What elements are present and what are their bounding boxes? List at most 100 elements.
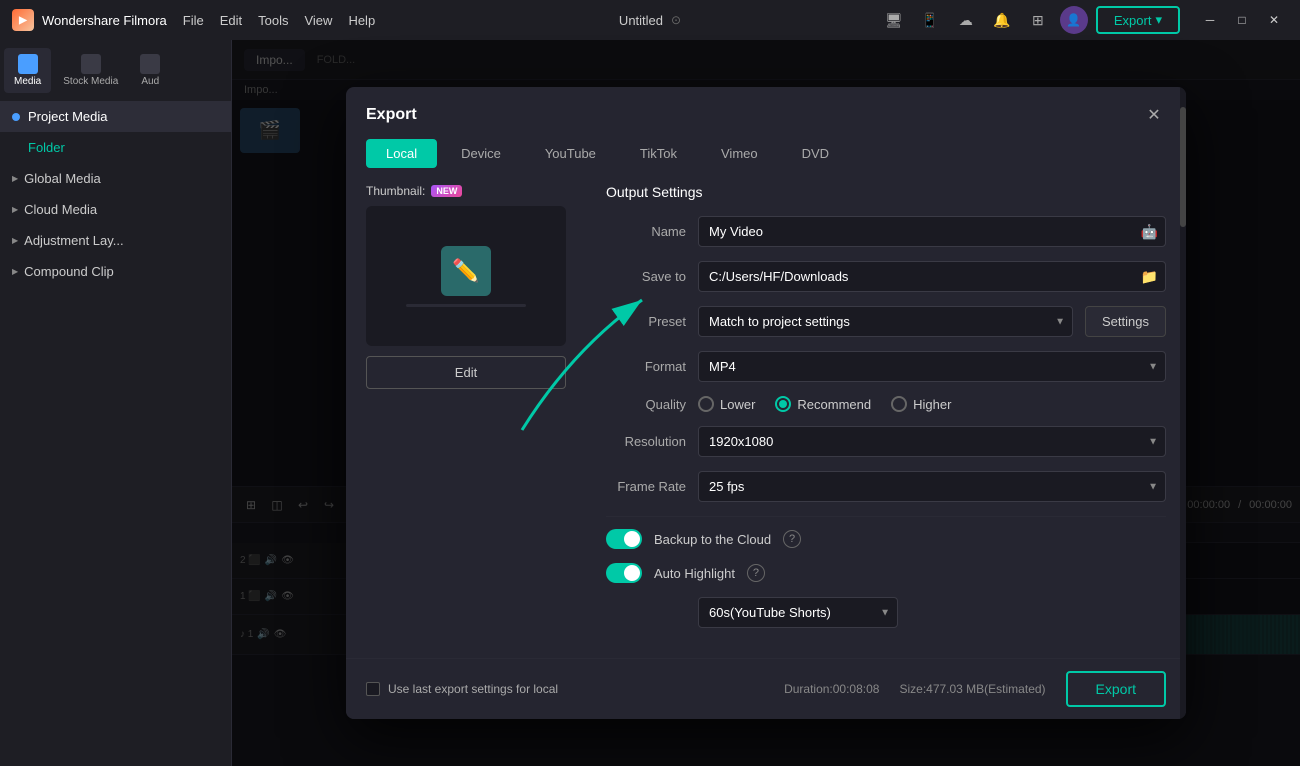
size-info: Size:477.03 MB(Estimated) <box>899 682 1045 696</box>
menu-tools[interactable]: Tools <box>258 13 288 28</box>
shorts-row: 60s(YouTube Shorts) ▼ <box>606 597 1166 628</box>
format-select[interactable]: MP4 <box>698 351 1166 382</box>
menu-view[interactable]: View <box>304 13 332 28</box>
format-label: Format <box>606 359 686 374</box>
backup-help-icon[interactable]: ? <box>783 530 801 548</box>
edit-thumbnail-button[interactable]: Edit <box>366 356 566 389</box>
folder-icon[interactable]: 📁 <box>1141 268 1158 285</box>
name-input[interactable] <box>698 216 1166 247</box>
save-to-row: Save to 📁 <box>606 261 1166 292</box>
modal-body: Thumbnail: NEW ✏️ Edit Output Settings <box>346 168 1186 658</box>
framerate-select[interactable]: 25 fps <box>698 471 1166 502</box>
auto-highlight-label: Auto Highlight <box>654 566 735 581</box>
maximize-button[interactable]: □ <box>1228 6 1256 34</box>
tab-tiktok[interactable]: TikTok <box>620 139 697 168</box>
modal-left-panel: Thumbnail: NEW ✏️ Edit <box>366 184 586 642</box>
sidebar-tabs: Media Stock Media Aud <box>0 40 231 93</box>
quality-lower[interactable]: Lower <box>698 396 755 412</box>
main-layout: Media Stock Media Aud Project Media Fold… <box>0 40 1300 766</box>
backup-label: Backup to the Cloud <box>654 532 771 547</box>
export-button-titlebar[interactable]: Export ▾ <box>1096 6 1180 34</box>
bell-icon[interactable]: 🔔 <box>988 6 1016 34</box>
last-settings-checkbox[interactable] <box>366 682 380 696</box>
resolution-select[interactable]: 1920x1080 <box>698 426 1166 457</box>
title-icon: ⊙ <box>671 13 681 27</box>
window-controls: ─ □ ✕ <box>1196 6 1288 34</box>
tab-local[interactable]: Local <box>366 139 437 168</box>
minimize-button[interactable]: ─ <box>1196 6 1224 34</box>
thumbnail-preview: ✏️ <box>366 206 566 346</box>
titlebar-center: Untitled ⊙ <box>619 13 681 28</box>
auto-highlight-toggle-row: Auto Highlight ? <box>606 563 1166 583</box>
sidebar-item-compound-clip[interactable]: ▶ Compound Clip <box>0 256 231 287</box>
resolution-select-wrapper: 1920x1080 ▼ <box>698 426 1166 457</box>
thumbnail-section: Thumbnail: NEW <box>366 184 586 198</box>
sidebar-nav: Project Media Folder ▶ Global Media ▶ Cl… <box>0 93 231 766</box>
radio-lower <box>698 396 714 412</box>
sidebar-item-folder[interactable]: Folder <box>0 132 231 163</box>
sidebar-tab-stock[interactable]: Stock Media <box>53 48 128 93</box>
project-title: Untitled <box>619 13 663 28</box>
quality-label: Quality <box>606 397 686 412</box>
divider <box>606 516 1166 517</box>
sidebar-item-global-media[interactable]: ▶ Global Media <box>0 163 231 194</box>
framerate-label: Frame Rate <box>606 479 686 494</box>
tab-youtube[interactable]: YouTube <box>525 139 616 168</box>
tab-vimeo[interactable]: Vimeo <box>701 139 778 168</box>
sidebar-item-cloud-media[interactable]: ▶ Cloud Media <box>0 194 231 225</box>
duration-info: Duration:00:08:08 <box>784 682 879 696</box>
logo-icon: ▶ <box>12 9 34 31</box>
quality-recommend[interactable]: Recommend <box>775 396 871 412</box>
modal-title: Export <box>366 106 417 124</box>
modal-tabs: Local Device YouTube TikTok Vimeo DVD <box>346 127 1186 168</box>
sidebar-item-adjustment[interactable]: ▶ Adjustment Lay... <box>0 225 231 256</box>
cloud-icon[interactable]: ☁ <box>952 6 980 34</box>
ai-icon: 🤖 <box>1141 223 1158 240</box>
devices-icon[interactable]: 📱 <box>916 6 944 34</box>
grid-icon[interactable]: ⊞ <box>1024 6 1052 34</box>
modal-footer: Use last export settings for local Durat… <box>346 658 1186 719</box>
sidebar-tab-media[interactable]: Media <box>4 48 51 93</box>
modal-right-panel: Output Settings Name 🤖 Save to <box>606 184 1166 642</box>
thumb-edit-icon: ✏️ <box>441 246 491 296</box>
auto-highlight-help-icon[interactable]: ? <box>747 564 765 582</box>
backup-toggle[interactable] <box>606 529 642 549</box>
close-button[interactable]: ✕ <box>1260 6 1288 34</box>
save-to-input[interactable] <box>698 261 1166 292</box>
menu-file[interactable]: File <box>183 13 204 28</box>
sidebar: Media Stock Media Aud Project Media Fold… <box>0 40 232 766</box>
scrollbar-track[interactable] <box>1180 87 1186 719</box>
footer-right: Duration:00:08:08 Size:477.03 MB(Estimat… <box>784 671 1166 707</box>
backup-toggle-row: Backup to the Cloud ? <box>606 529 1166 549</box>
sidebar-item-project-media[interactable]: Project Media <box>0 101 231 132</box>
framerate-select-wrapper: 25 fps ▼ <box>698 471 1166 502</box>
menu-bar: File Edit Tools View Help <box>183 13 375 28</box>
resolution-row: Resolution 1920x1080 ▼ <box>606 426 1166 457</box>
quality-row: Quality Lower Recommend <box>606 396 1166 412</box>
tab-device[interactable]: Device <box>441 139 521 168</box>
tab-dvd[interactable]: DVD <box>782 139 849 168</box>
resolution-label: Resolution <box>606 434 686 449</box>
tv-icon[interactable]: 🖥 <box>880 6 908 34</box>
shorts-select[interactable]: 60s(YouTube Shorts) <box>698 597 898 628</box>
scrollbar-thumb[interactable] <box>1180 107 1186 227</box>
name-row: Name 🤖 <box>606 216 1166 247</box>
footer-left: Use last export settings for local <box>366 682 558 696</box>
modal-close-button[interactable]: ✕ <box>1142 103 1166 127</box>
format-select-wrapper: MP4 ▼ <box>698 351 1166 382</box>
name-input-wrapper: 🤖 <box>698 216 1166 247</box>
menu-edit[interactable]: Edit <box>220 13 242 28</box>
menu-help[interactable]: Help <box>348 13 375 28</box>
user-avatar[interactable]: 👤 <box>1060 6 1088 34</box>
settings-button[interactable]: Settings <box>1085 306 1166 337</box>
thumb-line <box>406 304 526 307</box>
titlebar: ▶ Wondershare Filmora File Edit Tools Vi… <box>0 0 1300 40</box>
quality-higher[interactable]: Higher <box>891 396 951 412</box>
auto-highlight-toggle[interactable] <box>606 563 642 583</box>
app-logo: ▶ Wondershare Filmora <box>12 9 167 31</box>
sidebar-tab-audio[interactable]: Aud <box>130 48 170 93</box>
preset-select[interactable]: Match to project settings <box>698 306 1073 337</box>
preset-label: Preset <box>606 314 686 329</box>
export-main-button[interactable]: Export <box>1066 671 1166 707</box>
radio-higher <box>891 396 907 412</box>
